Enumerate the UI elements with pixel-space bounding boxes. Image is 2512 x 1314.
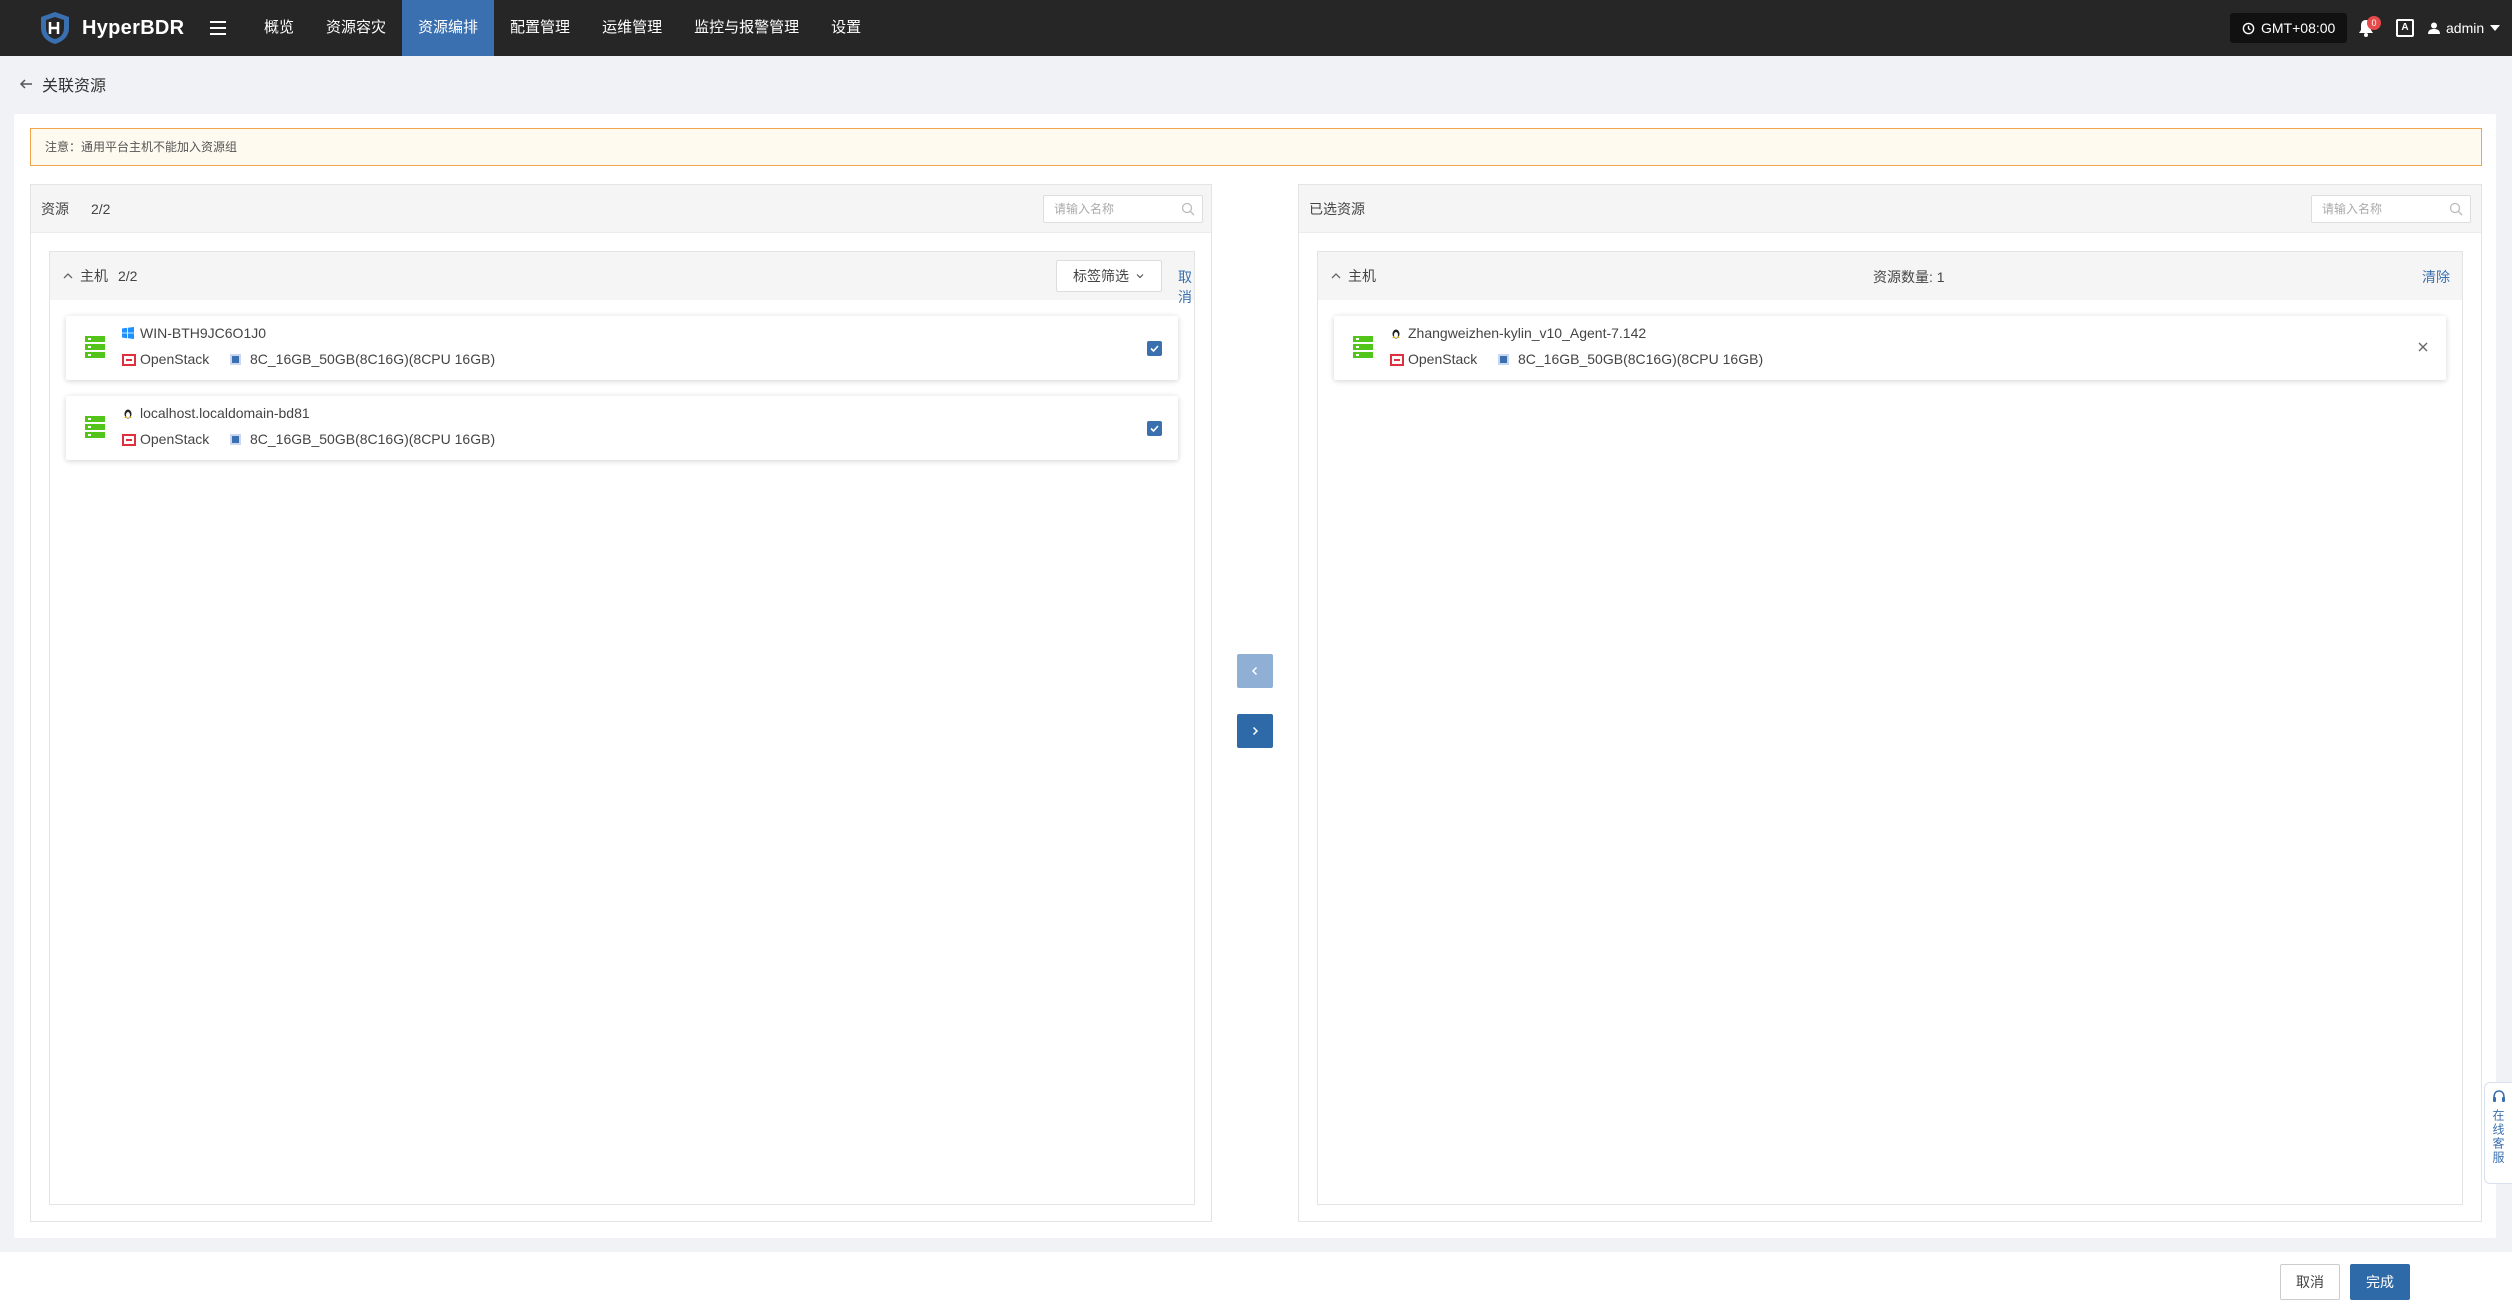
- openstack-icon: [122, 354, 136, 366]
- done-button[interactable]: 完成: [2350, 1264, 2410, 1300]
- windows-icon: [122, 327, 134, 339]
- nav-item-settings[interactable]: 设置: [815, 0, 877, 56]
- page-title: 关联资源: [42, 78, 107, 95]
- host-platform: OpenStack: [140, 431, 210, 447]
- online-support-widget[interactable]: 在线客服: [2484, 1082, 2512, 1184]
- clear-link[interactable]: 清除: [2422, 267, 2450, 287]
- nav-item-ops[interactable]: 运维管理: [586, 0, 678, 56]
- page-header: 关联资源: [0, 56, 2512, 112]
- nav-item-monitoring[interactable]: 监控与报警管理: [678, 0, 815, 56]
- flavor-icon: [1498, 354, 1509, 365]
- main-card: 注意：通用平台主机不能加入资源组 资源 2/2 主机 2/2 标签筛选 取消: [14, 114, 2496, 1238]
- tag-filter-dropdown[interactable]: 标签筛选: [1056, 260, 1162, 292]
- selected-host-card: Zhangweizhen-kylin_v10_Agent-7.142 OpenS…: [1334, 316, 2446, 380]
- linux-icon: [124, 409, 132, 419]
- chevron-up-icon[interactable]: [1330, 270, 1342, 282]
- host-group-header[interactable]: 主机 2/2 标签筛选 取消: [50, 252, 1194, 305]
- app-name: HyperBDR: [82, 16, 185, 39]
- available-resources-panel: 资源 2/2 主机 2/2 标签筛选 取消 WIN-BTH9JC6O1J0: [30, 184, 1212, 1222]
- cancel-selection-link[interactable]: 取消: [1178, 267, 1194, 307]
- host-name: WIN-BTH9JC6O1J0: [140, 325, 267, 341]
- clock-icon: [2242, 22, 2255, 34]
- group-count: 2/2: [118, 268, 138, 284]
- username: admin: [2446, 20, 2485, 36]
- hyperbdr-logo-icon: [41, 12, 69, 44]
- close-icon[interactable]: [2416, 340, 2430, 354]
- resource-quantity: 资源数量: 1: [1873, 269, 1945, 285]
- online-support-label: 在线客服: [2491, 1109, 2505, 1165]
- nav-item-orchestration[interactable]: 资源编排: [402, 0, 495, 56]
- move-left-button[interactable]: [1237, 654, 1273, 688]
- group-title: 主机: [80, 268, 108, 284]
- chevron-left-icon: [1251, 666, 1258, 676]
- user-icon: [2428, 22, 2440, 34]
- language-icon[interactable]: A: [2396, 19, 2414, 37]
- search-icon[interactable]: [2449, 202, 2463, 216]
- host-platform: OpenStack: [1408, 351, 1478, 367]
- openstack-icon: [1390, 354, 1404, 366]
- main-menu: 概览 资源容灾 资源编排 配置管理 运维管理 监控与报警管理 设置: [248, 0, 877, 56]
- search-input[interactable]: [2311, 195, 2471, 223]
- selected-resources-panel: 已选资源 主机 资源数量: 1 清除 Zhangweizhen-kylin_v1…: [1298, 184, 2482, 1222]
- server-icon: [85, 416, 105, 438]
- notification-badge: 0: [2367, 16, 2381, 30]
- cancel-button[interactable]: 取消: [2280, 1264, 2340, 1300]
- selected-resources-header: 已选资源: [1299, 185, 2481, 233]
- chevron-down-icon: [1136, 274, 1144, 279]
- host-checkbox[interactable]: [1147, 341, 1162, 356]
- search-input[interactable]: [1043, 195, 1203, 223]
- host-name: localhost.localdomain-bd81: [140, 405, 310, 421]
- chevron-right-icon: [1252, 726, 1259, 736]
- tag-filter-label: 标签筛选: [1073, 268, 1129, 284]
- panel-title: 资源: [41, 200, 69, 217]
- server-icon: [1353, 336, 1373, 358]
- user-menu[interactable]: admin: [2428, 0, 2501, 56]
- host-spec: 8C_16GB_50GB(8C16G)(8CPU 16GB): [250, 351, 496, 367]
- resource-count: 2/2: [91, 200, 111, 217]
- group-title: 主机: [1348, 268, 1376, 284]
- selected-host-group: 主机 资源数量: 1 清除 Zhangweizhen-kylin_v10_Age…: [1317, 251, 2463, 1205]
- nav-item-dr[interactable]: 资源容灾: [310, 0, 402, 56]
- server-icon: [85, 336, 105, 358]
- host-group: 主机 2/2 标签筛选 取消 WIN-BTH9JC6O1J0 OpenStack…: [49, 251, 1195, 1205]
- host-spec: 8C_16GB_50GB(8C16G)(8CPU 16GB): [1518, 351, 1764, 367]
- linux-icon: [1392, 329, 1400, 339]
- back-arrow-icon[interactable]: [18, 76, 34, 92]
- caret-down-icon: [2490, 25, 2501, 31]
- flavor-icon: [230, 434, 241, 445]
- openstack-icon: [122, 434, 136, 446]
- available-resources-header: 资源 2/2: [31, 185, 1211, 233]
- headset-icon: [2492, 1090, 2505, 1102]
- host-card[interactable]: localhost.localdomain-bd81 OpenStack 8C_…: [66, 396, 1178, 460]
- panel-title: 已选资源: [1309, 200, 1365, 217]
- host-name: Zhangweizhen-kylin_v10_Agent-7.142: [1408, 325, 1647, 341]
- host-spec: 8C_16GB_50GB(8C16G)(8CPU 16GB): [250, 431, 496, 447]
- host-platform: OpenStack: [140, 351, 210, 367]
- host-checkbox[interactable]: [1147, 421, 1162, 436]
- top-nav-bar: HyperBDR 概览 资源容灾 资源编排 配置管理 运维管理 监控与报警管理 …: [0, 0, 2512, 56]
- timezone-button[interactable]: GMT+08:00: [2230, 13, 2348, 43]
- nav-item-overview[interactable]: 概览: [248, 0, 310, 56]
- check-icon: [1150, 425, 1159, 433]
- nav-item-config[interactable]: 配置管理: [494, 0, 586, 56]
- host-card[interactable]: WIN-BTH9JC6O1J0 OpenStack 8C_16GB_50GB(8…: [66, 316, 1178, 380]
- selected-host-group-header[interactable]: 主机 资源数量: 1 清除: [1318, 252, 2462, 300]
- search-icon[interactable]: [1181, 202, 1195, 216]
- footer-bar: 取消 完成: [0, 1252, 2512, 1314]
- notice-banner: 注意：通用平台主机不能加入资源组: [30, 128, 2482, 166]
- flavor-icon: [230, 354, 241, 365]
- timezone-label: GMT+08:00: [2261, 20, 2336, 36]
- check-icon: [1150, 345, 1159, 353]
- app-logo[interactable]: HyperBDR: [38, 10, 188, 46]
- chevron-up-icon[interactable]: [62, 270, 74, 282]
- menu-toggle-icon[interactable]: [210, 0, 238, 56]
- move-right-button[interactable]: [1237, 714, 1273, 748]
